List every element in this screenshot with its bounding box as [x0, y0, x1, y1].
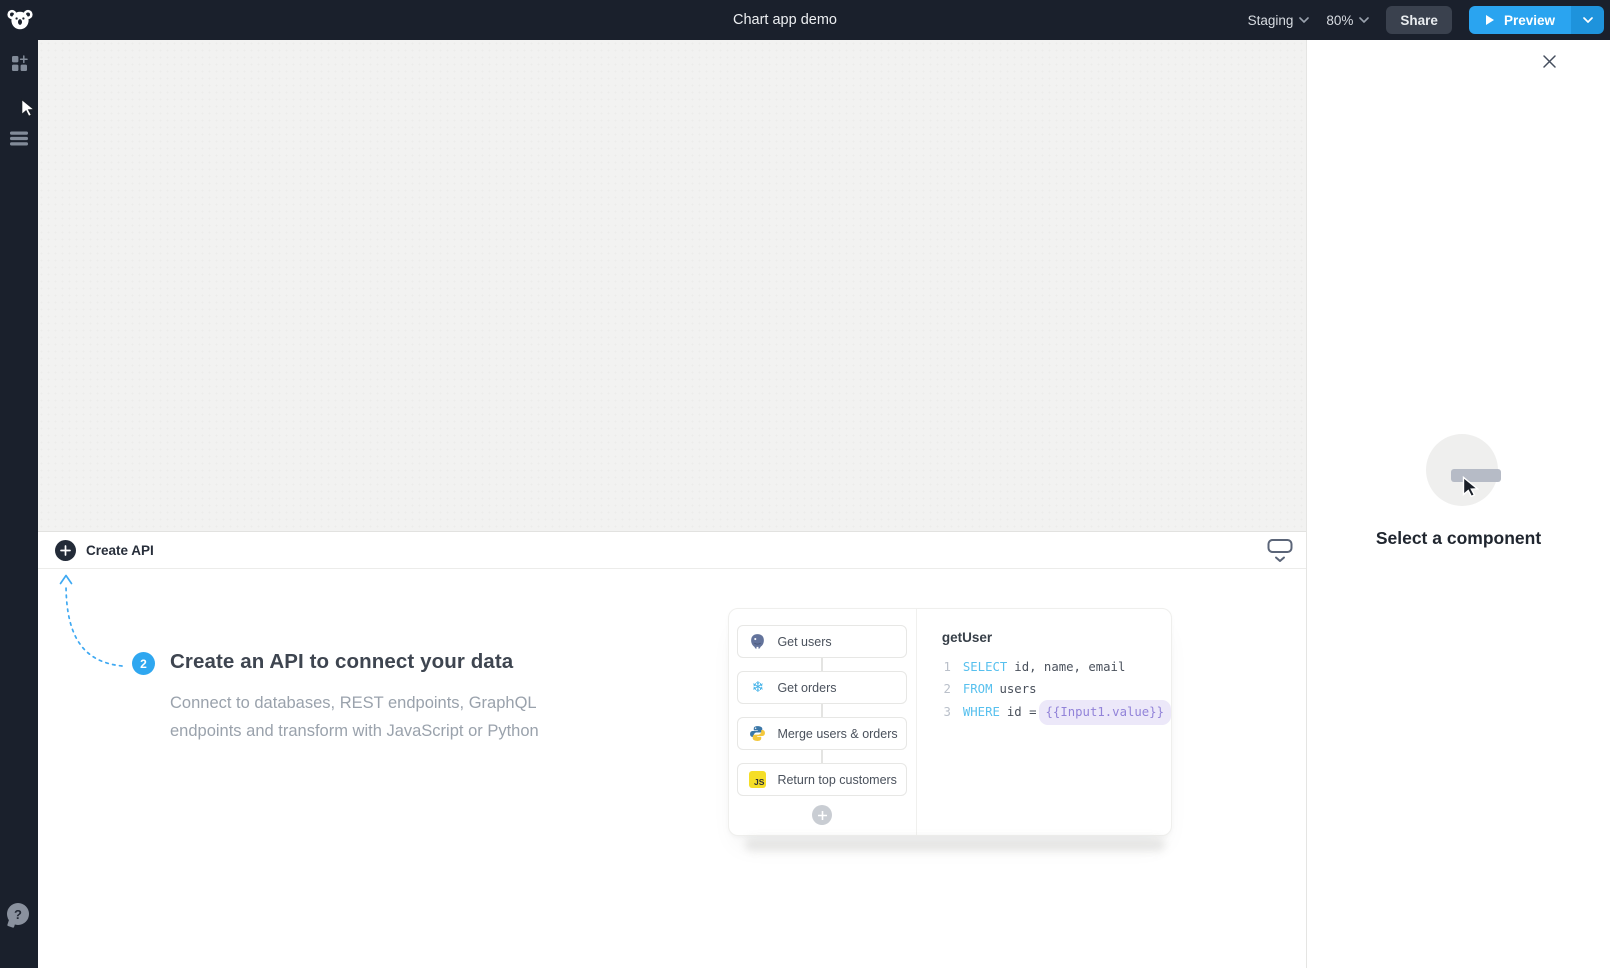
app-canvas[interactable]	[38, 40, 1306, 532]
inspector-panel: Select a component	[1306, 40, 1610, 968]
environment-label: Staging	[1248, 13, 1294, 28]
app-list-button[interactable]	[0, 125, 38, 151]
app-title: Chart app demo	[733, 0, 837, 40]
preview-button[interactable]: Preview	[1469, 6, 1571, 34]
chain-connector	[821, 750, 823, 763]
close-icon	[1542, 54, 1557, 69]
create-api-label: Create API	[86, 543, 154, 558]
code-line: 3 WHERE id = {{Input1.value}}	[942, 700, 1171, 725]
postgresql-icon	[749, 633, 766, 650]
javascript-icon: JS	[749, 771, 766, 788]
chevron-down-icon	[1299, 17, 1309, 23]
query-row-get-orders: ❄ Get orders	[737, 671, 907, 704]
close-panel-button[interactable]	[1540, 54, 1558, 72]
onboarding-section: 2 Create an API to connect your data Con…	[38, 570, 1306, 968]
help-label: ?	[14, 907, 22, 922]
blurred-next-step	[745, 838, 1165, 851]
chain-connector	[821, 704, 823, 717]
zoom-level: 80%	[1326, 13, 1353, 28]
left-sidebar: ?	[0, 40, 38, 968]
query-label: Merge users & orders	[777, 727, 897, 741]
chevron-down-icon	[1359, 17, 1369, 23]
sql-keyword: SELECT	[963, 657, 1007, 679]
app-window: Chart app demo Staging 80% Share Preview	[0, 0, 1610, 968]
description-line-1: Connect to databases, REST endpoints, Gr…	[170, 694, 537, 712]
add-component-icon	[10, 54, 29, 73]
empty-state-title: Select a component	[1307, 528, 1610, 549]
snowflake-icon: ❄	[749, 679, 766, 696]
menu-icon	[9, 131, 29, 146]
python-icon	[749, 725, 766, 742]
dashed-arrow	[38, 570, 178, 680]
step-2-badge: 2	[132, 652, 155, 675]
query-row-merge: Merge users & orders	[737, 717, 907, 750]
sql-text: id, name, email	[1014, 657, 1125, 679]
api-panel-header: Create API	[38, 533, 1306, 569]
mouse-cursor-icon	[20, 98, 36, 117]
pointer-cursor-icon	[1462, 476, 1479, 497]
play-icon	[1485, 14, 1495, 26]
sql-text: id =	[1007, 702, 1037, 724]
sql-text: users	[1000, 679, 1037, 701]
select-component-illustration	[1426, 434, 1498, 506]
add-component-button[interactable]	[0, 50, 38, 76]
preview-options-button[interactable]	[1571, 6, 1604, 34]
chain-connector	[821, 658, 823, 671]
description-line-2: endpoints and transform with JavaScript …	[170, 722, 539, 740]
share-button[interactable]: Share	[1386, 6, 1452, 34]
line-number: 1	[942, 657, 951, 679]
query-row-return: JS Return top customers	[737, 763, 907, 796]
line-number: 3	[942, 702, 951, 724]
template-binding-pill: {{Input1.value}}	[1039, 700, 1171, 725]
add-query-icon	[812, 805, 832, 825]
query-label: Get users	[777, 635, 831, 649]
collapse-panel-button[interactable]	[1267, 536, 1293, 567]
preview-label: Preview	[1504, 13, 1555, 28]
query-chain: Get users ❄ Get orders Merge users & ord…	[729, 609, 917, 835]
code-line: 1 SELECT id, name, email	[942, 657, 1171, 679]
plus-icon	[55, 540, 76, 561]
create-api-button[interactable]: Create API	[55, 540, 154, 561]
topbar: Chart app demo Staging 80% Share Preview	[0, 0, 1610, 40]
sql-keyword: WHERE	[963, 702, 1000, 724]
panel-collapse-icon	[1267, 536, 1293, 564]
line-number: 2	[942, 679, 951, 701]
onboarding-description: Connect to databases, REST endpoints, Gr…	[170, 690, 539, 745]
preview-split-button: Preview	[1469, 6, 1604, 34]
chevron-down-icon	[1583, 17, 1593, 23]
sql-keyword: FROM	[963, 679, 993, 701]
code-line: 2 FROM users	[942, 679, 1171, 701]
help-button[interactable]: ?	[7, 903, 29, 925]
topbar-actions: Staging 80% Share Preview	[1248, 0, 1604, 40]
zoom-dropdown[interactable]: 80%	[1326, 13, 1369, 28]
onboarding-title: Create an API to connect your data	[170, 650, 513, 674]
query-label: Return top customers	[777, 773, 897, 787]
query-code-preview: getUser 1 SELECT id, name, email 2 FROM …	[917, 609, 1171, 835]
query-name: getUser	[942, 630, 1171, 645]
query-label: Get orders	[777, 681, 836, 695]
query-row-get-users: Get users	[737, 625, 907, 658]
api-illustration-card: Get users ❄ Get orders Merge users & ord…	[728, 608, 1172, 836]
koala-logo[interactable]	[7, 7, 33, 33]
environment-dropdown[interactable]: Staging	[1248, 13, 1310, 28]
